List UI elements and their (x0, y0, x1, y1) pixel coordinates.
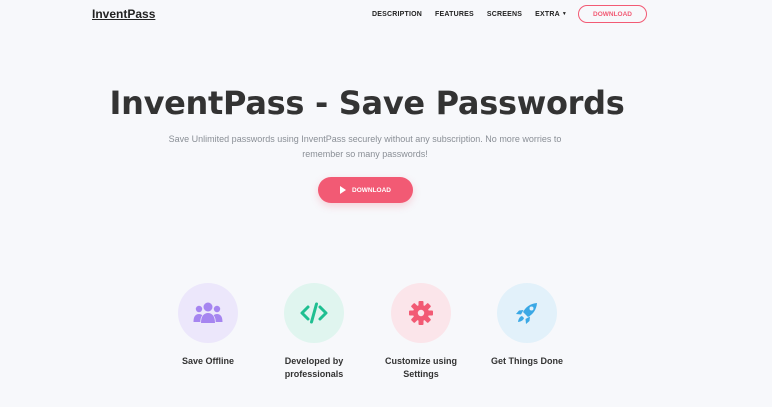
feature-label-line1: Save Offline (181, 356, 235, 366)
feature-label: Save Offline (182, 355, 234, 368)
feature-developed-by-professionals: Developed by professionals (259, 283, 369, 381)
feature-get-things-done: Get Things Done (472, 283, 582, 368)
feature-icon-circle (497, 283, 557, 343)
gear-icon (409, 301, 433, 325)
code-icon (300, 302, 328, 324)
header-download-button[interactable]: DOWNLOAD (578, 5, 647, 23)
hero-subtitle-line1: Save Unlimited passwords using InventPas… (168, 134, 562, 144)
nav-screens[interactable]: SCREENS (487, 11, 522, 18)
feature-save-offline: Save Offline (153, 283, 263, 368)
feature-label-line1: Customize using (384, 356, 457, 366)
nav-extra-label: EXTRA (535, 10, 560, 18)
caret-down-icon: ▼ (561, 11, 567, 17)
feature-label: Get Things Done (491, 355, 563, 368)
feature-customize-settings: Customize using Settings (366, 283, 476, 381)
feature-icon-circle (391, 283, 451, 343)
rocket-icon (516, 303, 537, 324)
hero-download-button[interactable]: DOWNLOAD (318, 177, 413, 203)
hero-subtitle: Save Unlimited passwords using InventPas… (150, 132, 580, 162)
feature-label: Customize using Settings (385, 355, 457, 381)
top-navbar: InventPass DESCRIPTION FEATURES SCREENS … (0, 0, 772, 30)
brand-logo[interactable]: InventPass (92, 7, 155, 21)
feature-label-line2: professionals (284, 369, 344, 379)
feature-label-line1: Developed by (284, 356, 344, 366)
nav-features[interactable]: FEATURES (435, 11, 474, 18)
users-icon (193, 302, 223, 323)
hero-title: InventPass - Save Passwords (109, 84, 625, 122)
play-icon (340, 186, 346, 194)
feature-label-line2: Settings (403, 369, 439, 379)
feature-icon-circle (284, 283, 344, 343)
nav-extra-dropdown[interactable]: EXTRA ▼ (535, 11, 567, 18)
feature-label: Developed by professionals (285, 355, 344, 381)
nav-description[interactable]: DESCRIPTION (372, 11, 422, 18)
hero-subtitle-line2: remember so many passwords! (302, 149, 428, 159)
feature-label-line1: Get Things Done (491, 356, 563, 366)
main-nav: DESCRIPTION FEATURES SCREENS EXTRA ▼ DOW… (372, 5, 647, 23)
hero-download-label: DOWNLOAD (352, 186, 391, 194)
feature-icon-circle (178, 283, 238, 343)
